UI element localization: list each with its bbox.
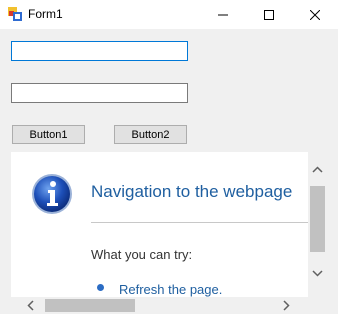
window-title: Form1 <box>28 7 63 21</box>
textbox-2[interactable] <box>11 83 188 103</box>
scroll-right-button[interactable] <box>279 297 293 314</box>
chevron-right-icon <box>282 300 290 311</box>
scroll-up-button[interactable] <box>308 162 327 176</box>
title-bar: Form1 <box>0 0 338 29</box>
button-2[interactable]: Button2 <box>114 125 187 144</box>
chevron-up-icon <box>312 165 323 173</box>
browser-page: Navigation to the webpage What you can t… <box>11 152 308 297</box>
scroll-left-button[interactable] <box>23 297 37 314</box>
horizontal-scrollbar[interactable] <box>11 297 308 314</box>
scroll-down-button[interactable] <box>308 266 327 280</box>
minimize-icon <box>218 14 228 15</box>
maximize-icon <box>264 9 274 20</box>
close-button[interactable] <box>292 0 338 29</box>
refresh-link[interactable]: Refresh the page. <box>119 282 222 297</box>
app-icon <box>8 7 22 21</box>
heading-divider <box>91 222 308 223</box>
button-1[interactable]: Button1 <box>12 125 85 144</box>
chevron-down-icon <box>312 269 323 277</box>
minimize-button[interactable] <box>200 0 246 29</box>
chevron-left-icon <box>26 300 34 311</box>
vertical-scrollbar[interactable] <box>308 152 327 297</box>
page-heading: Navigation to the webpage <box>91 182 293 201</box>
bullet-icon <box>97 284 104 291</box>
textbox-1[interactable] <box>11 41 188 61</box>
info-icon <box>32 174 72 214</box>
horizontal-scroll-thumb[interactable] <box>45 299 135 312</box>
scrollbar-corner <box>308 297 327 314</box>
close-icon <box>310 9 320 20</box>
web-browser-control[interactable]: Navigation to the webpage What you can t… <box>11 152 327 314</box>
maximize-button[interactable] <box>246 0 292 29</box>
vertical-scroll-thumb[interactable] <box>310 186 325 252</box>
try-label: What you can try: <box>91 247 193 262</box>
